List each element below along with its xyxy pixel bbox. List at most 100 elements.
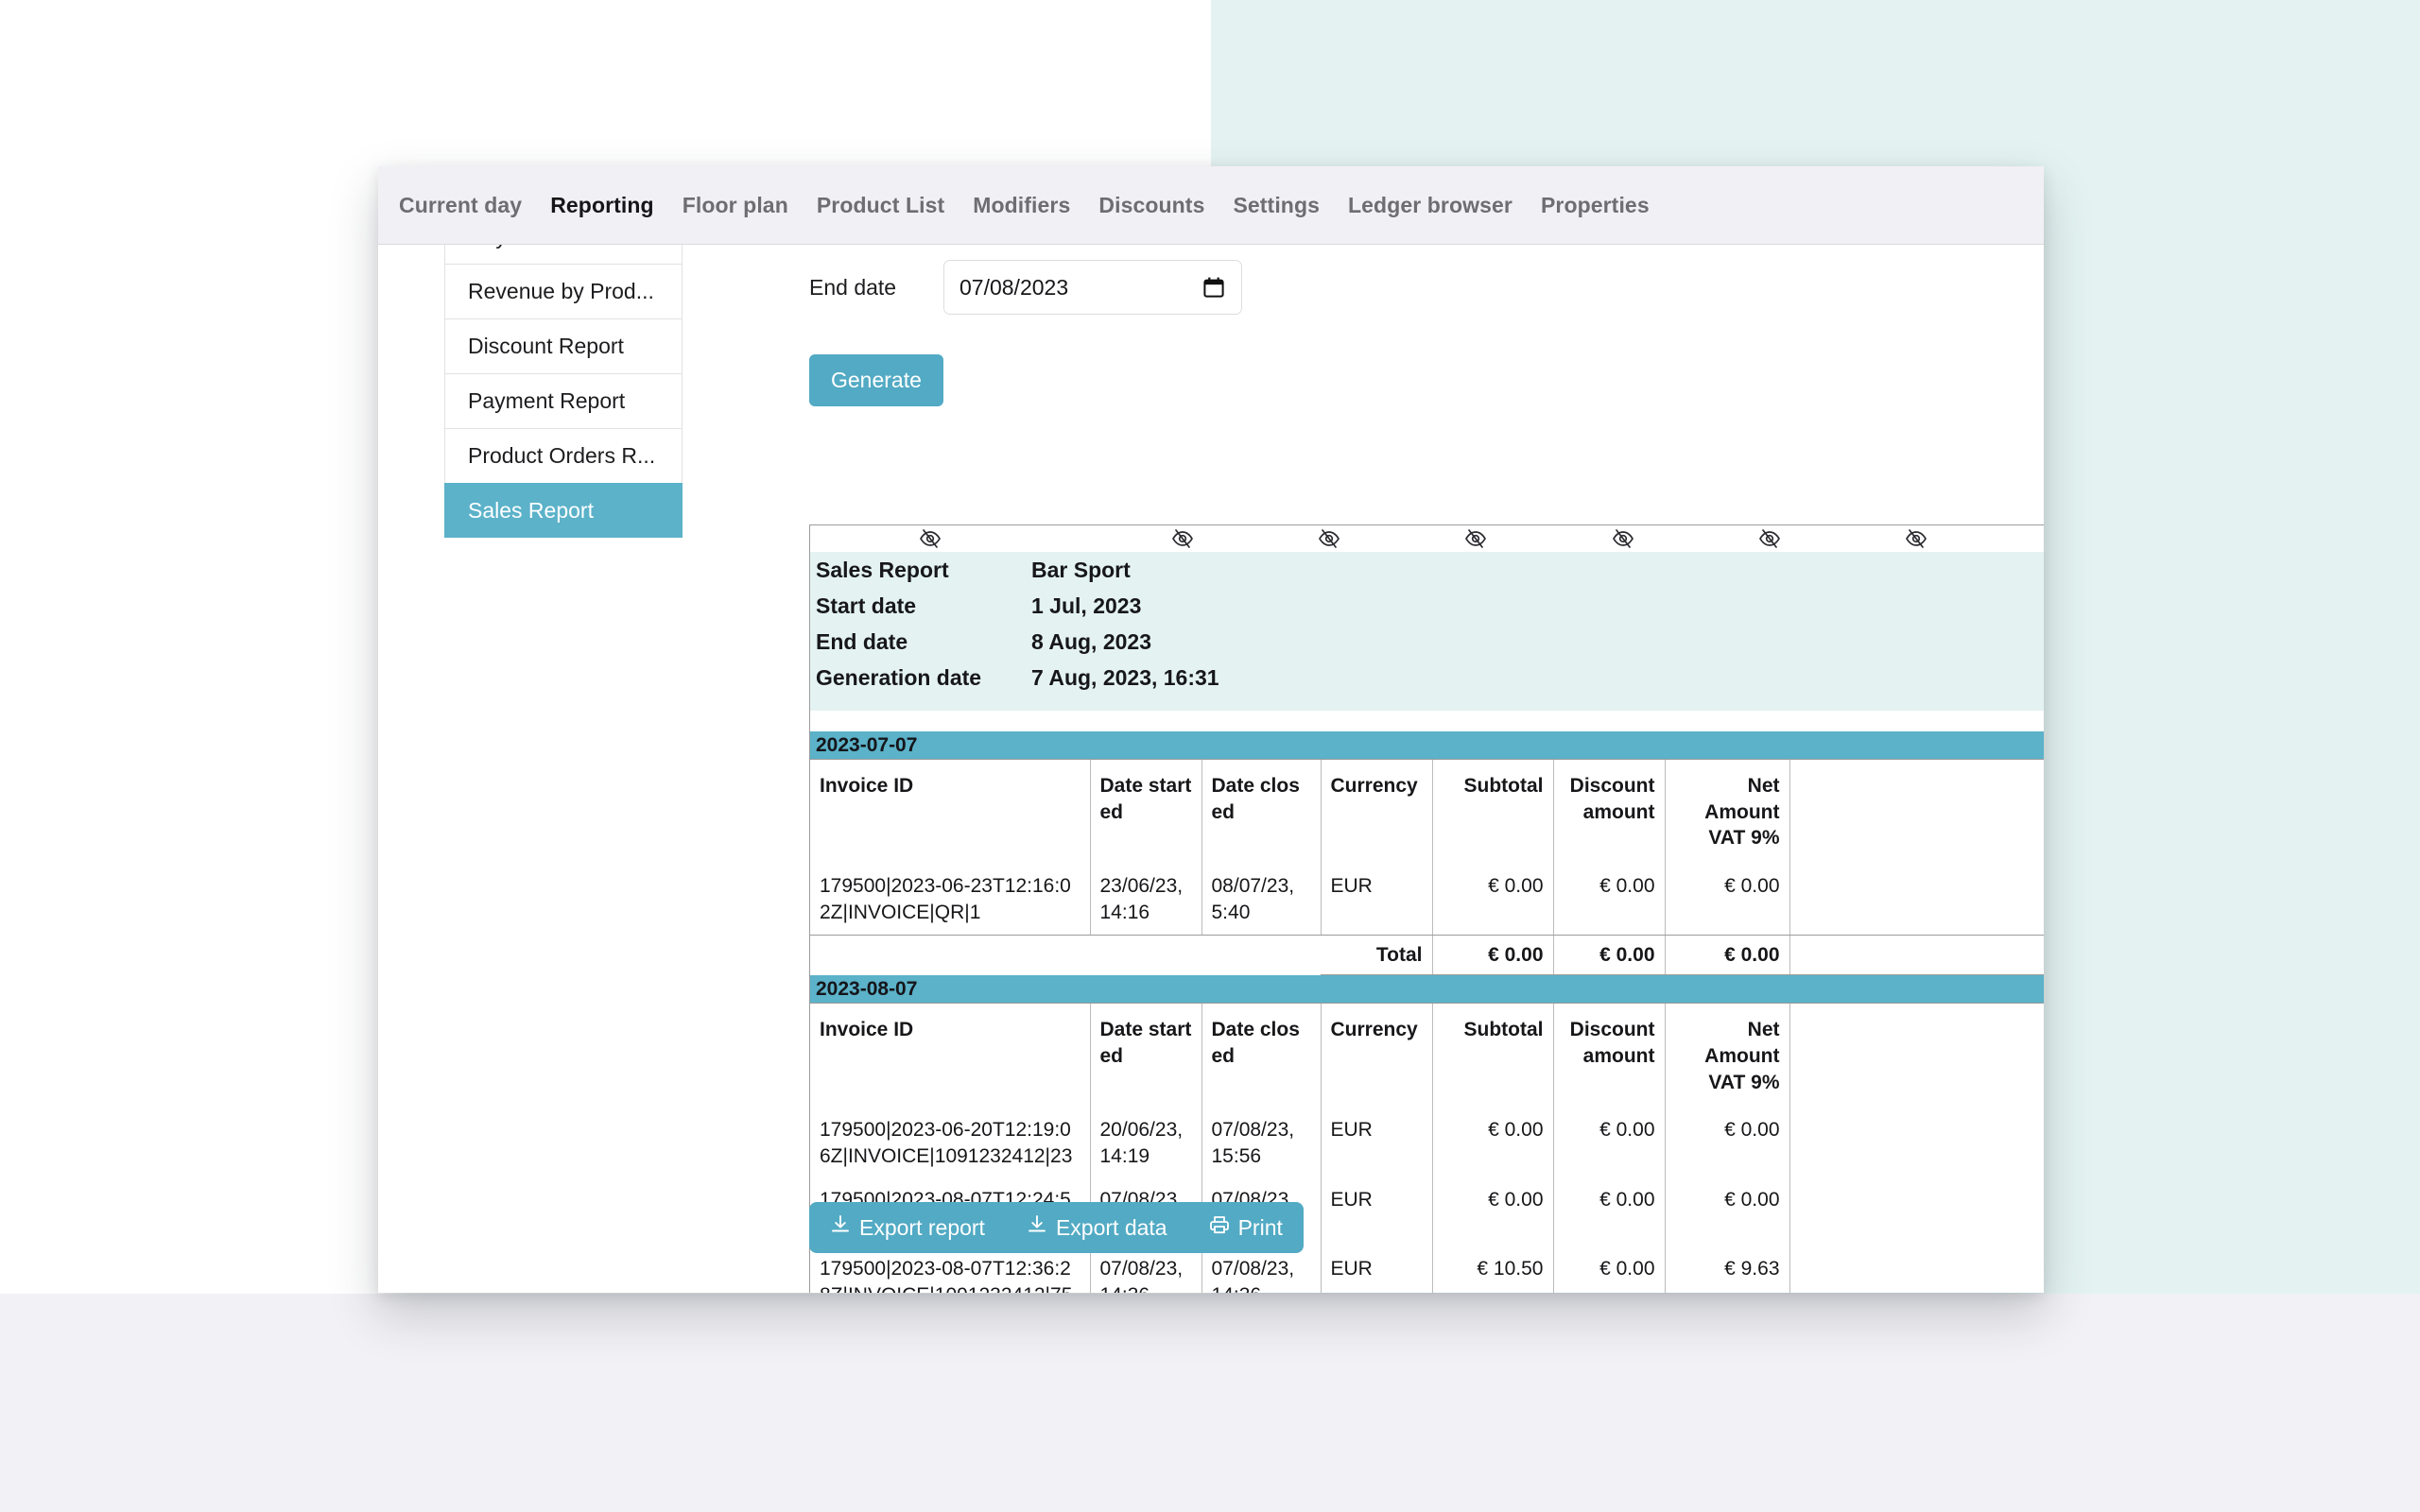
col-date-started[interactable]: Date started [1090,1004,1202,1109]
download-icon [1027,1214,1047,1241]
nav-item-properties[interactable]: Properties [1541,193,1650,218]
col-trailing [1789,760,2044,866]
group-total-discount: € 0.00 [1553,935,1666,976]
cell-date-started: 07/08/23, 14:36 [1090,1247,1202,1293]
end-date-row: End date 07/08/2023 [809,260,1242,315]
cell-discount: € 0.00 [1553,1108,1666,1178]
eye-slash-icon-date-closed[interactable] [1318,529,1340,548]
nav-item-floor-plan[interactable]: Floor plan [683,193,788,218]
cell-net: € 0.00 [1665,1108,1790,1178]
sales-report-output: Sales Report Bar Sport Start date 1 Jul,… [809,524,2044,1293]
nav-item-discounts[interactable]: Discounts [1098,193,1204,218]
meta-spacer [810,711,2044,731]
total-spacer [810,935,1321,975]
group-total-row: Total € 0.00 € 0.00 € 0.00 [810,935,2044,976]
col-date-started[interactable]: Date started [1090,760,1202,866]
cell-date-closed: 07/08/23, 15:56 [1201,1108,1322,1178]
group-date-header: 2023-08-07 [810,975,2044,1005]
column-visibility-toggles [810,525,2044,552]
sidebar-item-sales-report[interactable]: Sales Report [444,483,683,538]
col-trailing [1789,1004,2044,1109]
sidebar-item-revenue-by-product[interactable]: Revenue by Prod... [444,264,683,318]
group-total-subtotal: € 0.00 [1432,935,1554,976]
print-button[interactable]: Print [1188,1202,1304,1253]
eye-slash-icon-discount[interactable] [1758,529,1781,548]
sidebar-item-day-overview[interactable]: Day Overview [444,245,683,264]
main-navigation: Current day Reporting Floor plan Product… [378,166,2044,245]
cell-currency: EUR [1321,1108,1433,1178]
col-date-closed[interactable]: Date closed [1201,1004,1322,1109]
group-total-trailing [1789,935,2044,976]
sidebar-item-product-orders-report[interactable]: Product Orders R... [444,428,683,483]
col-invoice-id[interactable]: Invoice ID [810,760,1091,866]
cell-currency: EUR [1321,865,1433,936]
meta-key-report-name: Sales Report [816,558,949,582]
reporting-content: Day Overview Revenue by Prod... Discount… [378,245,2044,1293]
group-total-net: € 0.00 [1665,935,1790,976]
sales-report-table-container: Sales Report Bar Sport Start date 1 Jul,… [809,524,2044,1293]
table-header-row: Invoice ID Date started Date closed Curr… [810,1004,2044,1109]
meta-value-end-date: 8 Aug, 2023 [1031,629,1151,654]
end-date-value: 07/08/2023 [959,274,1069,300]
table-header-row: Invoice ID Date started Date closed Curr… [810,760,2044,866]
end-date-label: End date [809,274,897,300]
calendar-icon[interactable] [1203,277,1224,298]
meta-row-start-date: Start date 1 Jul, 2023 [810,593,2044,629]
cell-invoice-id: 179500|2023-06-20T12:19:06Z|INVOICE|1091… [810,1108,1091,1178]
col-discount-amount[interactable]: Discount amount [1553,760,1666,866]
eye-slash-icon-invoice-id[interactable] [919,529,942,548]
end-date-input[interactable]: 07/08/2023 [943,260,1242,315]
meta-value-generation-date: 7 Aug, 2023, 16:31 [1031,665,1219,690]
table-row[interactable]: 179500|2023-08-07T12:36:28Z|INVOICE|1091… [810,1247,2044,1293]
export-data-button[interactable]: Export data [1006,1202,1188,1253]
download-icon [830,1214,851,1241]
meta-value-venue: Bar Sport [1031,558,1131,582]
nav-item-reporting[interactable]: Reporting [550,193,654,218]
cell-date-started: 20/06/23, 14:19 [1090,1108,1202,1178]
col-discount-amount[interactable]: Discount amount [1553,1004,1666,1109]
nav-item-modifiers[interactable]: Modifiers [973,193,1070,218]
sidebar-item-payment-report[interactable]: Payment Report [444,373,683,428]
report-type-sidebar: Day Overview Revenue by Prod... Discount… [444,245,683,538]
col-subtotal[interactable]: Subtotal [1432,760,1554,866]
col-date-closed[interactable]: Date closed [1201,760,1322,866]
cell-trailing [1789,1177,2044,1248]
cell-currency: EUR [1321,1177,1433,1248]
cell-net: € 9.63 [1665,1247,1790,1293]
nav-item-current-day[interactable]: Current day [399,193,522,218]
export-data-label: Export data [1055,1214,1167,1240]
table-row[interactable]: 179500|2023-06-23T12:16:02Z|INVOICE|QR|1… [810,865,2044,936]
cell-discount: € 0.00 [1553,1177,1666,1248]
meta-key-start-date: Start date [816,593,917,618]
table-row[interactable]: 179500|2023-06-20T12:19:06Z|INVOICE|1091… [810,1108,2044,1178]
report-table-group-1: Invoice ID Date started Date closed Curr… [810,760,2044,976]
eye-slash-icon-net-amount[interactable] [1905,529,1927,548]
meta-key-end-date: End date [816,629,908,654]
col-net-amount-vat[interactable]: Net Amount VAT 9% [1665,760,1790,866]
col-net-amount-vat[interactable]: Net Amount VAT 9% [1665,1004,1790,1109]
eye-slash-icon-date-started[interactable] [1171,529,1194,548]
print-label: Print [1237,1214,1283,1240]
meta-row-title: Sales Report Bar Sport [810,558,2044,593]
col-currency[interactable]: Currency [1321,1004,1433,1109]
cell-subtotal: € 10.50 [1432,1247,1554,1293]
sidebar-item-discount-report[interactable]: Discount Report [444,318,683,373]
nav-item-ledger-browser[interactable]: Ledger browser [1348,193,1512,218]
cell-trailing [1789,1247,2044,1293]
meta-row-end-date: End date 8 Aug, 2023 [810,629,2044,665]
meta-key-generation-date: Generation date [816,665,982,690]
export-button-group: Export report Export data Print [809,1202,1304,1253]
cell-subtotal: € 0.00 [1432,1177,1554,1248]
group-total-label: Total [1321,935,1433,976]
col-subtotal[interactable]: Subtotal [1432,1004,1554,1109]
col-invoice-id[interactable]: Invoice ID [810,1004,1091,1109]
eye-slash-icon-subtotal[interactable] [1612,529,1634,548]
col-currency[interactable]: Currency [1321,760,1433,866]
generate-button[interactable]: Generate [809,354,943,406]
cell-subtotal: € 0.00 [1432,865,1554,936]
nav-item-product-list[interactable]: Product List [817,193,944,218]
eye-slash-icon-currency[interactable] [1464,529,1487,548]
backdrop-bottom-strip [0,1294,2420,1512]
export-report-button[interactable]: Export report [809,1202,1006,1253]
nav-item-settings[interactable]: Settings [1233,193,1320,218]
